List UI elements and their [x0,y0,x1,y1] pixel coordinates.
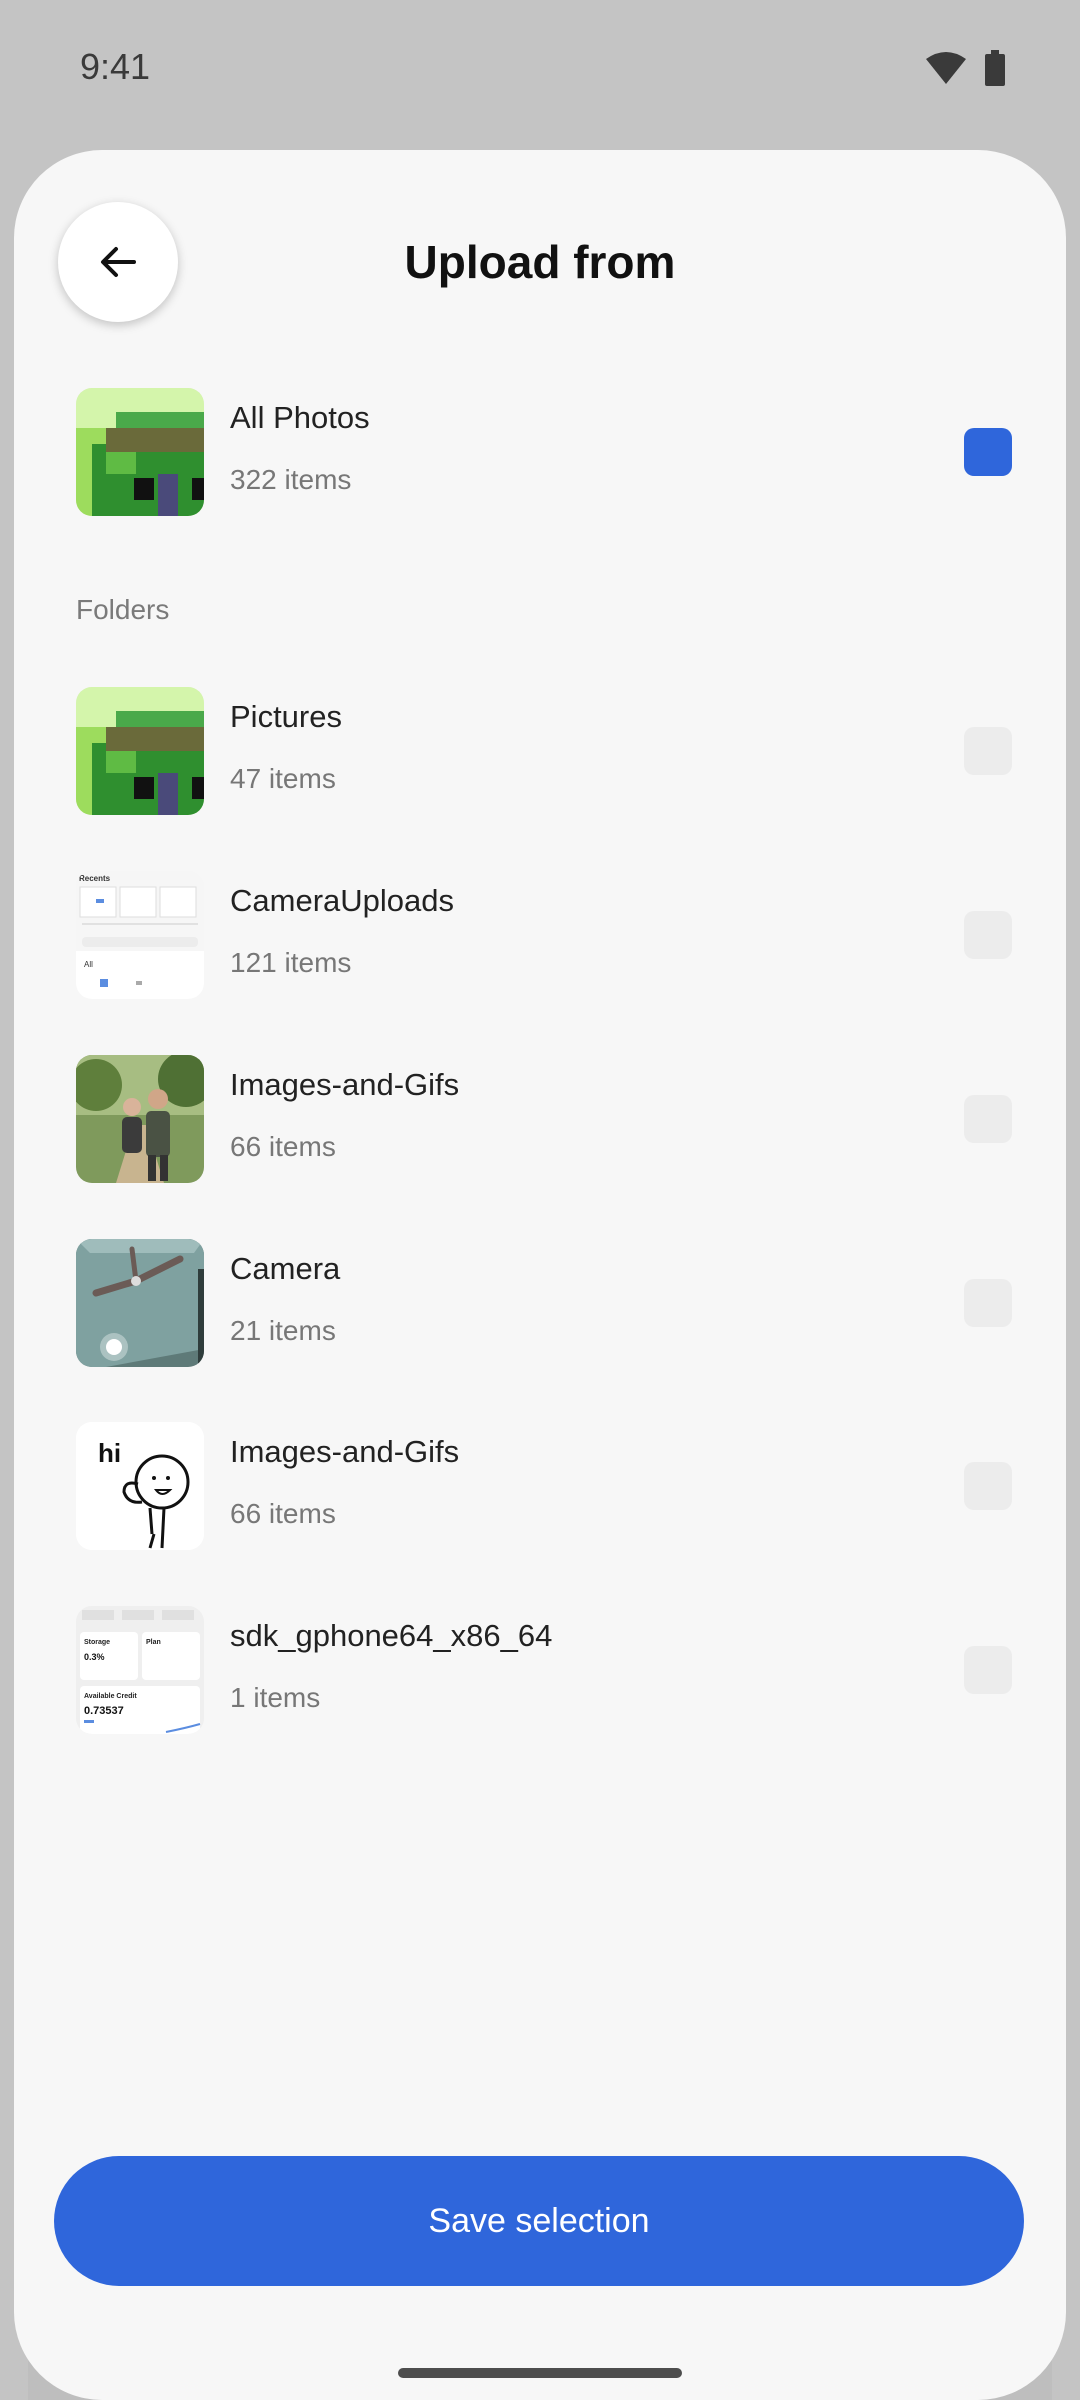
all-photos-thumbnail [76,388,204,516]
upload-sheet: Upload from All Photos 322 items Folders [14,150,1066,2400]
folder-row[interactable]: Recents All CameraUploads 121 items [76,871,1036,999]
pixel-art-image [76,388,204,516]
selection-checkbox[interactable] [964,727,1012,775]
selection-checkbox[interactable] [964,428,1012,476]
item-count: 47 items [230,763,336,794]
folder-row[interactable]: hi Images-and-Gifs 66 items [76,1422,1036,1550]
thumb-text-plan: Plan [146,1639,161,1646]
selection-checkbox[interactable] [964,911,1012,959]
status-bar: 9:41 [0,0,1080,136]
item-count: 66 items [230,1131,336,1162]
thumb-text-recents: Recents [79,874,111,883]
battery-icon [985,50,1005,86]
folder-name: sdk_gphone64_x86_64 [230,1618,553,1653]
folder-name: All Photos [230,400,370,435]
selection-checkbox[interactable] [964,1646,1012,1694]
folder-row[interactable]: Camera 21 items [76,1239,1036,1367]
storage-screenshot-image: Storage 0.3% Plan Available Credit 0.735… [76,1606,204,1734]
wifi-icon [926,52,966,84]
folder-name: Camera [230,1251,341,1286]
all-photos-row[interactable]: All Photos 322 items [76,388,1036,516]
status-icons [926,50,1006,86]
item-count: 21 items [230,1315,336,1346]
folder-thumbnail [76,1239,204,1367]
folder-name: Images-and-Gifs [230,1434,460,1469]
selection-checkbox[interactable] [964,1095,1012,1143]
folder-thumbnail [76,687,204,815]
home-indicator[interactable] [398,2368,682,2378]
thumb-text-credit-value: 0.73537 [84,1705,124,1717]
thumb-text-all: All [84,960,93,969]
folder-thumbnail [76,1055,204,1183]
thumb-text-hi: hi [98,1438,121,1468]
thumb-text-storage-value: 0.3% [84,1652,105,1662]
screenshot-image: Recents All [76,871,204,999]
folders-section-label: Folders [76,594,170,625]
status-time: 9:41 [80,46,151,87]
item-count: 1 items [230,1682,321,1713]
folder-thumbnail: Recents All [76,871,204,999]
item-count: 322 items [230,464,352,495]
thumb-text-credit: Available Credit [84,1693,137,1700]
folder-name: CameraUploads [230,883,454,918]
folder-row[interactable]: Storage 0.3% Plan Available Credit 0.735… [76,1606,1036,1734]
folder-row[interactable]: Pictures 47 items [76,687,1036,815]
save-selection-button[interactable]: Save selection [54,2156,1024,2286]
ceiling-fan-photo-image [76,1239,204,1367]
folder-thumbnail: Storage 0.3% Plan Available Credit 0.735… [76,1606,204,1734]
item-count: 66 items [230,1498,336,1529]
folder-thumbnail: hi [76,1422,204,1550]
item-count: 121 items [230,947,352,978]
pixel-art-image [76,687,204,815]
thumb-text-storage: Storage [84,1639,110,1646]
selection-checkbox[interactable] [964,1279,1012,1327]
folder-name: Pictures [230,699,342,734]
folder-row[interactable]: Images-and-Gifs 66 items [76,1055,1036,1183]
selection-checkbox[interactable] [964,1462,1012,1510]
folder-name: Images-and-Gifs [230,1067,460,1102]
hi-cartoon-image: hi [76,1422,204,1550]
page-title: Upload from [404,236,676,288]
couple-photo-image [76,1055,204,1183]
